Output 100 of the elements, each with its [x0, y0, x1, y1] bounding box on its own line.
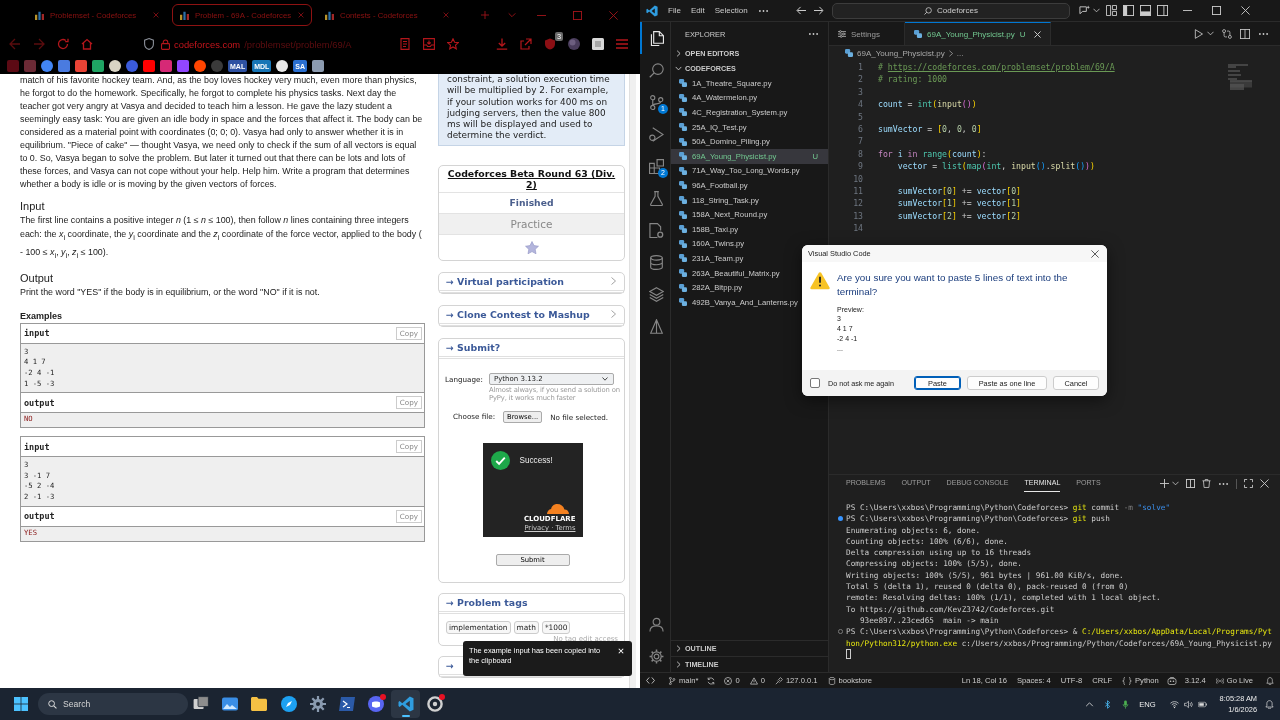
chevron-right-icon	[611, 277, 616, 286]
reload-icon[interactable]	[57, 38, 69, 50]
check-circle-icon	[490, 451, 510, 471]
picture-icon	[221, 696, 238, 712]
more-icon[interactable]	[758, 9, 768, 12]
split-terminal-icon[interactable]	[1186, 479, 1195, 488]
examples-heading: Examples	[20, 309, 64, 323]
lock-icon	[161, 38, 170, 50]
problem-statement: match of his favorite hockey team. And, as the boy loves hockey very much, even more than physics, he forgot to do the homework. Specifically, he forgot to complete his physics tasks. Next day the teacher got very angry at Vasya and decided to teach him a lesson. He gave the lazy student a seemingly easy task: You are given an idle body in space and the forces that affect it. The body can be considered as a material point with coordinates (0; 0; 0). Vasya had only to answer whether it is in equilibrium. "Piece of cake" — thought Vasya, we need only to check if the sum of all vectors is equal to 0. So, Vasya began to solve the problem. But later it turned out that there can be lots and lots of these forces, and Vasya can not cope without your help. Help him. Write a program that determines whether a body is idle or is moving by the given vectors of forces.	[20, 74, 424, 191]
more-icon[interactable]	[1259, 32, 1268, 35]
search-icon	[924, 6, 933, 15]
line-number: 4	[858, 99, 863, 110]
dialog-message: Are you sure you want to paste 5 lines of text into the terminal?	[837, 271, 1069, 298]
search-field[interactable]: Search	[38, 693, 188, 715]
chat-sparkle-icon[interactable]	[1079, 5, 1090, 16]
address-field[interactable]: codeforces.com /problemset/problem/69/A	[161, 38, 352, 50]
square-icon[interactable]	[592, 38, 604, 50]
captcha-status-text: Success!	[519, 456, 553, 466]
sidebar-right-icon[interactable]	[1157, 5, 1168, 16]
settings-icon[interactable]	[648, 648, 664, 664]
shield-icon[interactable]	[144, 38, 154, 50]
python-icon	[679, 108, 687, 117]
sync-icon[interactable]	[707, 676, 716, 685]
code-line: for i in range(count):	[878, 147, 987, 161]
line-number: 12	[853, 198, 863, 209]
document-icon[interactable]	[399, 38, 411, 50]
checkbox[interactable]	[810, 378, 820, 388]
contest-link[interactable]: Codeforces Beta Round 63 (Div. 2)	[439, 165, 624, 193]
bookmark-icon[interactable]	[109, 60, 121, 72]
python-icon	[679, 137, 687, 146]
line-number: 3	[858, 86, 863, 97]
trash-icon[interactable]	[1202, 479, 1211, 488]
menu-item[interactable]: File	[663, 6, 686, 15]
breadcrumb-item[interactable]: ...	[956, 48, 964, 58]
python-icon	[914, 30, 922, 38]
section-link[interactable]: → Submit?	[439, 338, 624, 359]
compare-icon[interactable]	[1222, 28, 1232, 39]
bookmark-icon[interactable]	[276, 60, 289, 72]
example-label: output	[24, 511, 55, 522]
bookmark-icon[interactable]	[194, 60, 206, 72]
windows-stack-icon	[192, 696, 209, 712]
code-line: sumVector[1] += vector[1]	[896, 197, 1021, 210]
section-text: The first line contains a positive integer n (1 ≤ n ≤ 100), then follow n lines containing three integers each: the x$_{i}$ coordinate, the y$_{i}$ coordinate and the z$_{i}$ coordinate of the force vector, applied to the body ( - 100 ≤ x$_{i}$, y$_{i}$, z$_{i}$ ≤ 100).	[20, 214, 423, 262]
example-label: input	[24, 328, 50, 339]
python-icon	[679, 79, 687, 88]
section-heading: Output	[20, 270, 55, 285]
section-link[interactable]: → Clone Contest to Mashup	[439, 305, 624, 326]
play-icon[interactable]	[1194, 28, 1204, 39]
python-icon	[679, 283, 687, 292]
line-number: 11	[853, 185, 863, 196]
bluetooth-icon[interactable]	[1103, 699, 1113, 709]
close-icon[interactable]	[1091, 249, 1099, 258]
status-ring-icon[interactable]	[838, 629, 843, 635]
code-line: # https://codeforces.com/problemset/problem/69/A	[878, 61, 1115, 74]
panel-bottom-icon[interactable]	[1140, 5, 1151, 16]
scrollbar[interactable]	[629, 74, 636, 688]
more-icon[interactable]	[1219, 482, 1228, 485]
python-icon	[679, 152, 687, 161]
sidebar-left-icon[interactable]	[1123, 5, 1134, 16]
split-editor-icon[interactable]	[1240, 28, 1250, 39]
home-icon[interactable]	[81, 38, 93, 50]
code-line: sumVector = [0, 0, 0]	[878, 122, 982, 136]
speaker-icon	[1183, 699, 1193, 709]
bell-icon[interactable]	[1266, 676, 1274, 685]
bar-chart-icon	[180, 10, 189, 20]
menu-item[interactable]: Selection	[709, 6, 753, 15]
account-icon[interactable]	[648, 616, 664, 632]
menu-item[interactable]: Edit	[685, 6, 710, 15]
cloud-icon	[545, 503, 570, 515]
caret-icon	[602, 376, 608, 381]
code-line: sumVector[2] += vector[2]	[896, 209, 1021, 223]
bell-icon[interactable]	[1265, 699, 1274, 709]
command-center-field[interactable]: Codeforces	[832, 2, 1070, 19]
section-link[interactable]: → Problem tags	[439, 594, 624, 615]
remote-icon[interactable]	[646, 677, 655, 684]
ring-icon	[427, 696, 443, 712]
star-icon[interactable]	[447, 38, 459, 50]
status-dot-icon[interactable]	[838, 516, 843, 522]
warning-icon	[810, 271, 830, 290]
editor-tab[interactable]: 69A_Young_Physicist.py U	[905, 22, 1051, 45]
bookmark-icon[interactable]	[312, 60, 325, 72]
code-line: count = int(input())	[878, 98, 977, 111]
robot-icon[interactable]	[1166, 676, 1177, 685]
layout-icon[interactable]	[1106, 5, 1117, 16]
python-icon	[679, 225, 687, 234]
note-text: constraint, a solution execution time will be multiplied by 2. For example, if your solution works for 400 ms on judging servers, then the value 800 ms will be displayed and used to determine the verdict.	[438, 74, 625, 146]
warning-icon	[749, 676, 758, 685]
broadcast-icon	[1215, 676, 1224, 685]
ribbon-icon[interactable]	[646, 4, 658, 17]
chevron-up-icon[interactable]	[1085, 701, 1095, 707]
share-icon[interactable]	[520, 38, 532, 50]
breadcrumb-item[interactable]: 69A_Young_Physicist.py	[857, 48, 945, 58]
download-icon[interactable]	[496, 38, 508, 50]
line-number: 2	[858, 74, 863, 85]
microphone-icon[interactable]	[1121, 699, 1131, 709]
star-icon[interactable]	[524, 240, 539, 254]
avatar-icon[interactable]	[568, 38, 580, 50]
inbox-icon[interactable]	[423, 38, 435, 50]
section-link[interactable]: → Virtual participation	[439, 272, 624, 293]
gear-icon	[309, 696, 326, 712]
